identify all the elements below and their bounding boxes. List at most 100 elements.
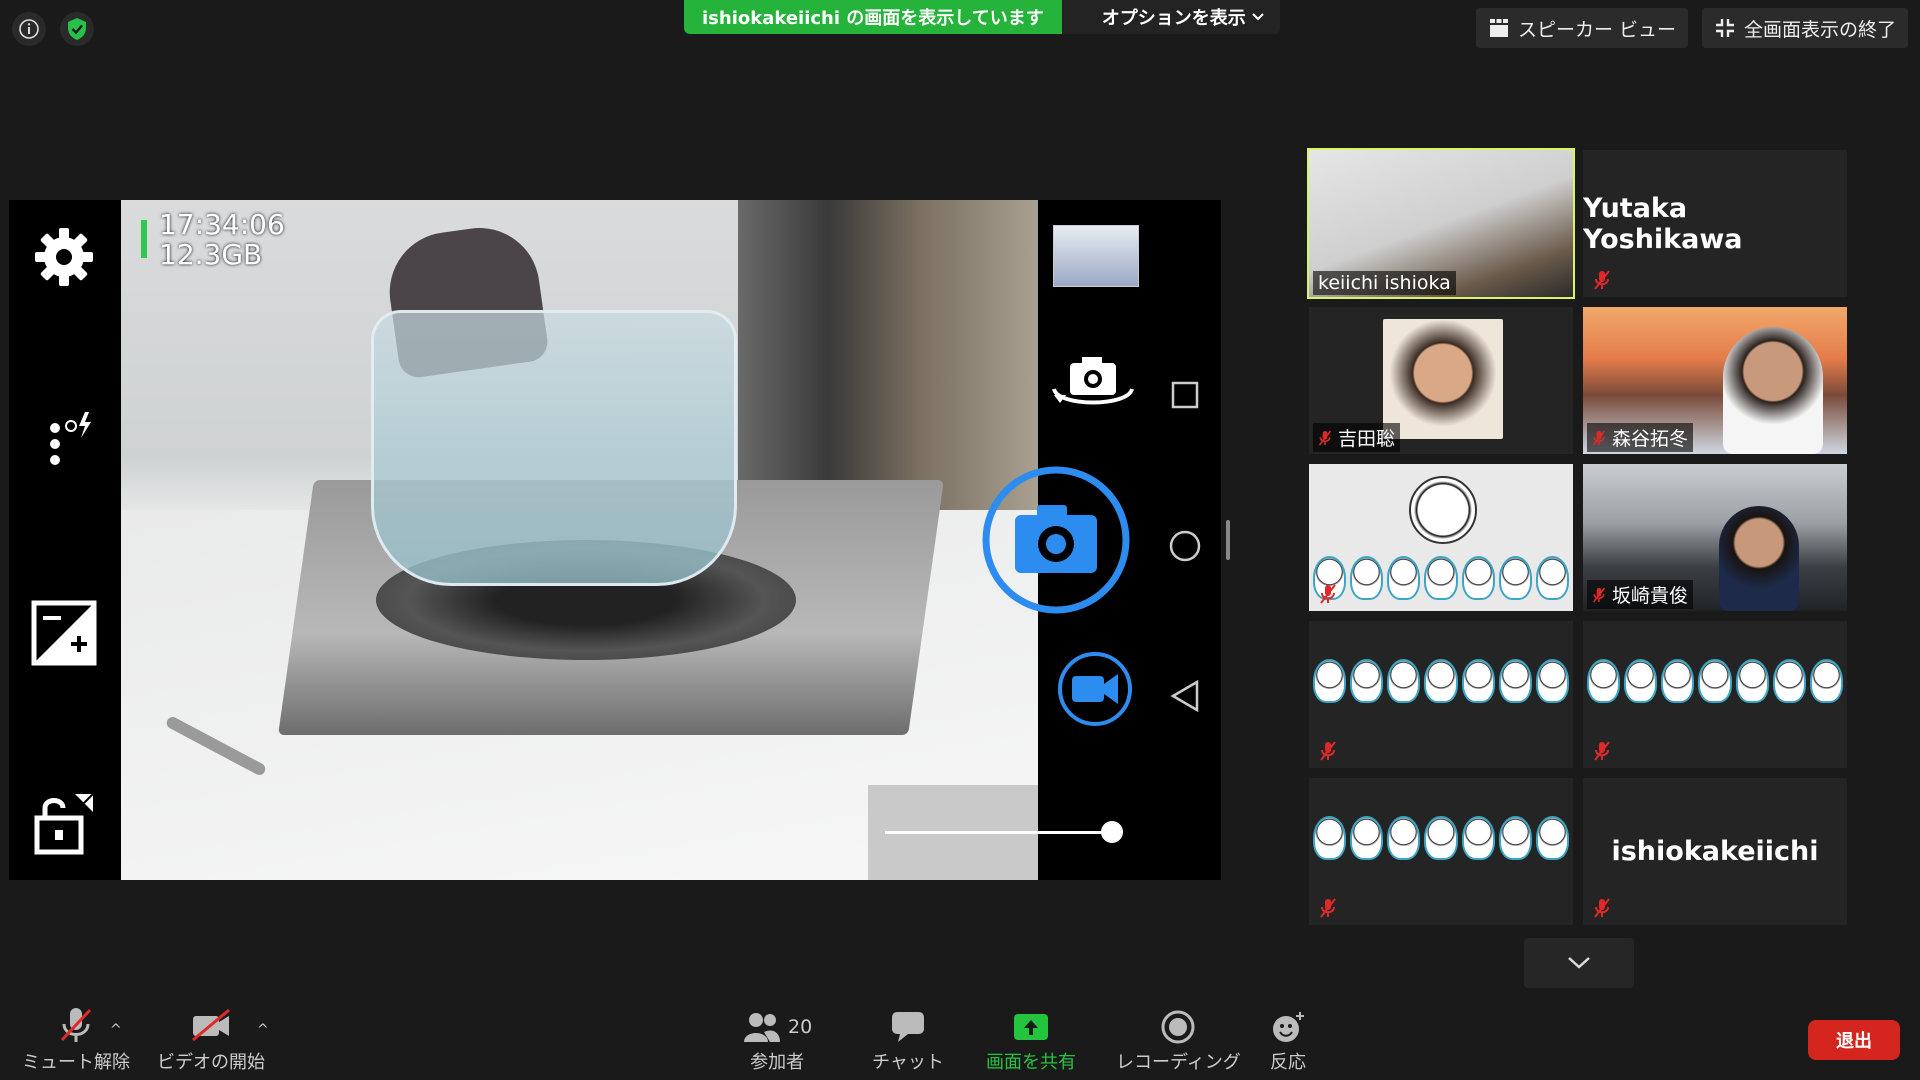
share-screen-icon	[1014, 1014, 1048, 1040]
participant-tile[interactable]	[1309, 464, 1573, 611]
participant-name-label: 森谷拓冬	[1587, 423, 1694, 452]
participants-icon-row: 20	[742, 1010, 812, 1044]
android-home-icon[interactable]	[1169, 530, 1201, 562]
muted-mic-icon	[60, 1008, 92, 1042]
participant-name: 坂崎貴俊	[1612, 585, 1689, 607]
exit-fullscreen-button[interactable]: 全画面表示の終了	[1701, 8, 1908, 48]
screen-share-banner: ishiokakeiichi の画面を表示しています オプションを表示	[684, 0, 1280, 34]
participant-name: 森谷拓冬	[1612, 428, 1689, 450]
top-right-controls: スピーカー ビュー 全画面表示の終了	[1475, 8, 1908, 48]
exit-fullscreen-label: 全画面表示の終了	[1743, 18, 1896, 41]
top-left-icons	[12, 12, 94, 46]
muted-mic-icon	[1592, 587, 1606, 602]
reactions-button[interactable]: 反応	[1270, 1010, 1306, 1074]
camera-left-panel	[9, 200, 121, 880]
participant-tile[interactable]	[1309, 621, 1573, 768]
participant-face	[1719, 506, 1799, 611]
chevron-down-icon	[1568, 957, 1590, 969]
participants-label: 参加者	[750, 1052, 805, 1073]
camera-status-overlay: 17:34:06 12.3GB	[159, 210, 285, 270]
android-back-icon[interactable]	[1169, 680, 1201, 712]
mascot-row	[1313, 556, 1569, 600]
participant-tile[interactable]: Yutaka Yoshikawa	[1583, 150, 1847, 297]
start-video-button[interactable]: ビデオの開始	[157, 1006, 265, 1074]
video-off-icon	[192, 1008, 230, 1042]
share-screen-label: 画面を共有	[986, 1052, 1076, 1073]
participant-tile[interactable]	[1583, 621, 1847, 768]
info-icon[interactable]	[12, 12, 46, 46]
participant-name: 吉田聡	[1338, 428, 1396, 450]
participant-count: 20	[788, 1016, 813, 1038]
camera-storage: 12.3GB	[159, 238, 263, 271]
flash-auto-icon[interactable]	[31, 408, 97, 474]
water-container	[371, 310, 737, 586]
chat-label: チャット	[872, 1052, 944, 1073]
participant-tile[interactable]: 吉田聡	[1309, 307, 1573, 454]
view-options-label: オプションを表示	[1101, 8, 1246, 29]
shared-screen: 17:34:06 12.3GB	[9, 200, 1221, 880]
participant-tile[interactable]: keiichi ishioka	[1307, 148, 1575, 299]
muted-mic-icon	[1594, 898, 1610, 918]
rotation-lock-icon[interactable]	[31, 790, 97, 856]
record-button[interactable]: レコーディング	[1116, 1010, 1241, 1074]
speaker-view-label: スピーカー ビュー	[1517, 18, 1676, 41]
participant-name-label: 吉田聡	[1313, 423, 1401, 452]
mascot-row	[1587, 659, 1843, 703]
muted-mic-icon	[1592, 430, 1606, 445]
participant-tile[interactable]: ishiokakeiichi	[1583, 778, 1847, 925]
participant-face	[1723, 327, 1823, 454]
participant-name-label: 坂崎貴俊	[1587, 580, 1694, 609]
leave-meeting-button[interactable]: 退出	[1808, 1020, 1900, 1060]
muted-mic-icon	[1594, 270, 1610, 290]
muted-mic-icon	[1320, 741, 1336, 761]
reaction-smiley-icon	[1273, 1012, 1304, 1042]
muted-mic-icon	[1318, 430, 1332, 445]
participant-tile[interactable]: 坂崎貴俊	[1583, 464, 1847, 611]
shutter-button[interactable]	[981, 465, 1131, 615]
muted-mic-icon	[1320, 584, 1336, 604]
mascot-avatar	[1409, 476, 1477, 544]
participant-name-label: keiichi ishioka	[1313, 271, 1456, 295]
record-icon	[1161, 1010, 1195, 1044]
muted-mic-icon	[1320, 898, 1336, 918]
switch-camera-icon[interactable]	[1050, 355, 1136, 415]
participants-icon	[744, 1013, 780, 1042]
last-photo-thumbnail[interactable]	[1053, 225, 1139, 287]
exposure-icon[interactable]	[31, 600, 97, 666]
video-mode-icon[interactable]	[1056, 650, 1134, 728]
chevron-down-icon	[1252, 13, 1264, 21]
settings-gear-icon[interactable]	[31, 224, 97, 290]
chat-icon	[891, 1012, 924, 1042]
share-screen-button[interactable]: 画面を共有	[986, 1010, 1076, 1074]
reactions-label: 反応	[1270, 1052, 1306, 1073]
muted-mic-icon	[1594, 741, 1610, 761]
zoom-slider-handle[interactable]	[1101, 821, 1123, 843]
video-options-caret[interactable]: ^	[257, 1022, 269, 1038]
meeting-toolbar: ミュート解除 ^ ビデオの開始 ^ 20 参加者 チャット 画面を共有 レコーデ…	[0, 1000, 1920, 1080]
camera-time: 17:34:06	[159, 208, 285, 241]
participant-name: ishiokakeiichi	[1611, 836, 1819, 867]
participants-button[interactable]: 20 参加者	[742, 1010, 812, 1074]
camera-right-panel	[982, 200, 1221, 880]
camera-preview[interactable]	[121, 200, 1038, 880]
chat-button[interactable]: チャット	[872, 1010, 944, 1074]
recording-indicator	[141, 220, 147, 258]
sharing-notice: ishiokakeiichi の画面を表示しています	[684, 0, 1062, 34]
view-options-button[interactable]: オプションを表示	[1061, 0, 1280, 34]
participant-video	[1383, 319, 1503, 439]
zoom-slider-track[interactable]	[885, 831, 1110, 834]
unmute-label: ミュート解除	[22, 1052, 130, 1073]
security-shield-icon[interactable]	[60, 12, 94, 46]
android-recents-icon[interactable]	[1170, 380, 1200, 410]
participant-tile[interactable]	[1309, 778, 1573, 925]
speaker-view-button[interactable]: スピーカー ビュー	[1475, 8, 1688, 48]
participant-tile[interactable]: 森谷拓冬	[1583, 307, 1847, 454]
participant-name: Yutaka Yoshikawa	[1583, 192, 1743, 255]
split-divider-handle[interactable]	[1226, 520, 1230, 560]
exit-fullscreen-icon	[1715, 19, 1734, 37]
gallery-next-page-button[interactable]	[1524, 938, 1634, 988]
audio-options-caret[interactable]: ^	[110, 1022, 122, 1038]
mascot-row	[1313, 816, 1569, 860]
speaker-view-icon	[1489, 19, 1508, 37]
unmute-button[interactable]: ミュート解除	[22, 1006, 130, 1074]
